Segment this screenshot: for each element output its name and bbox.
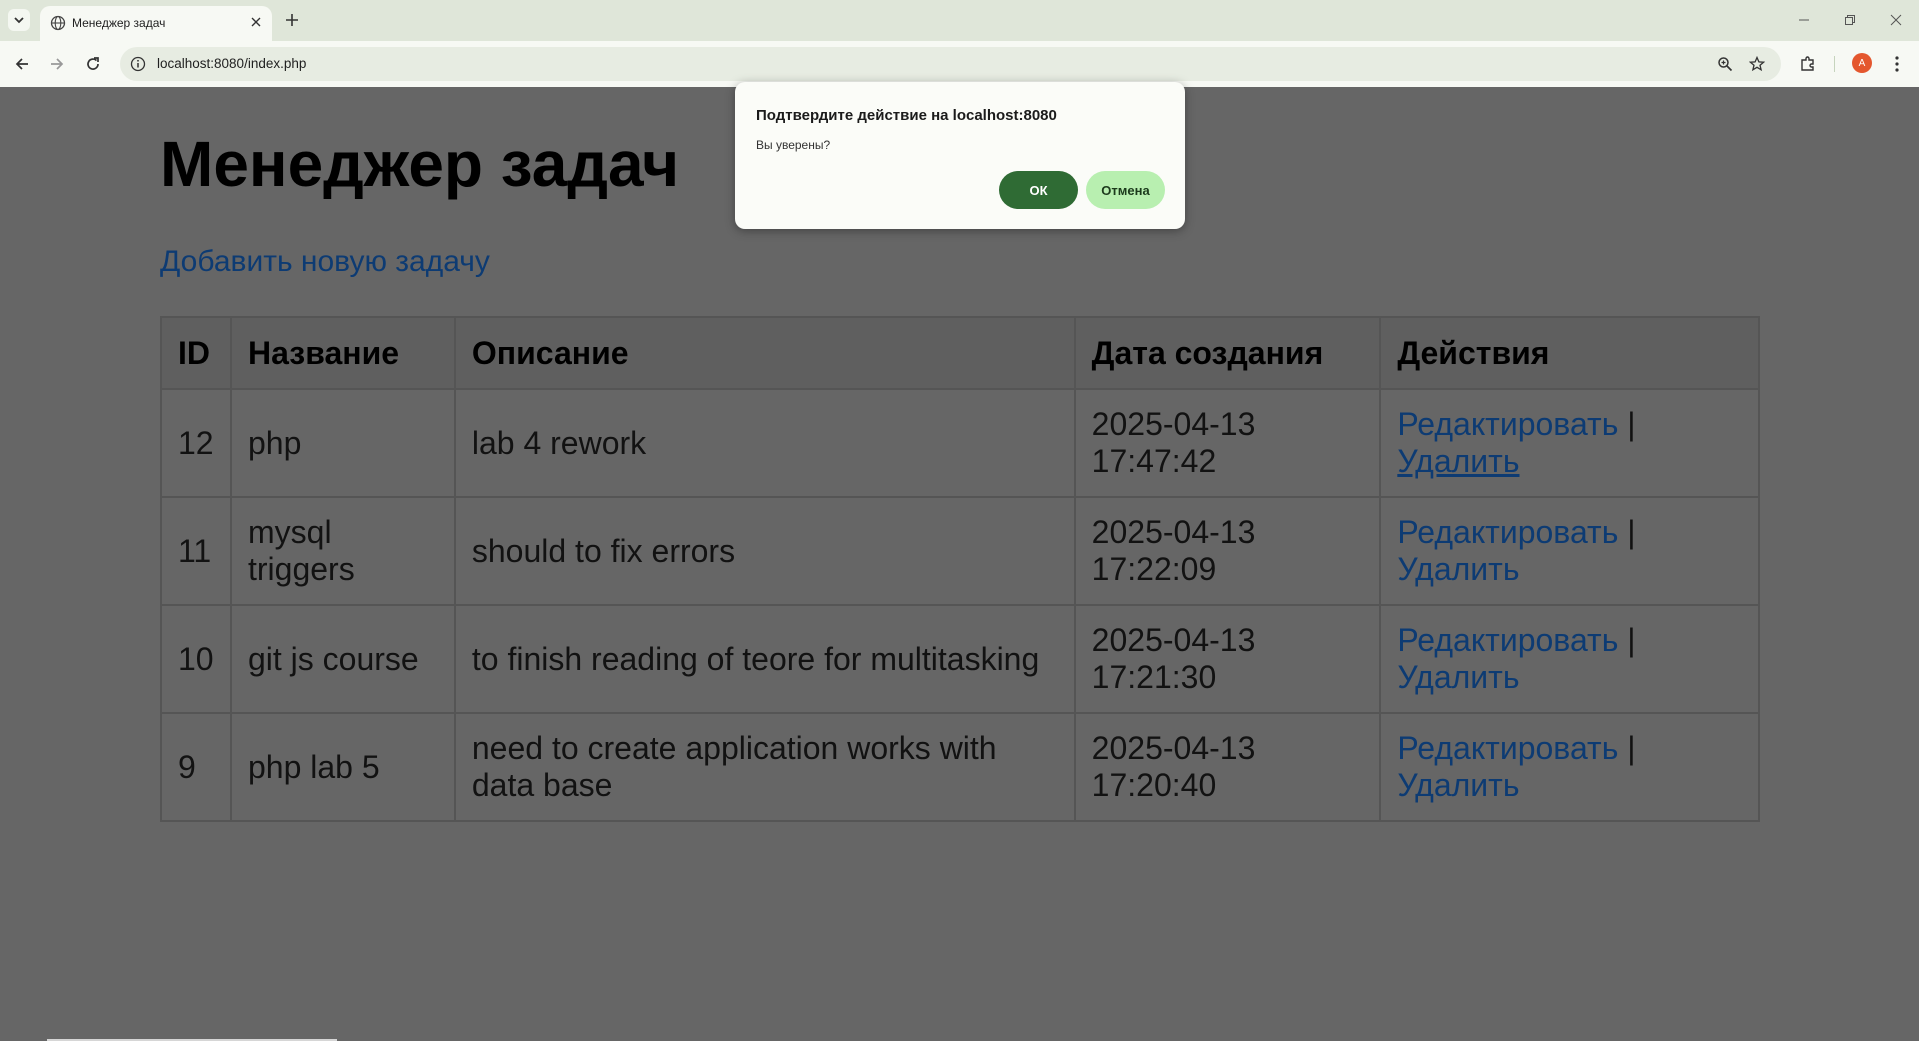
cell-actions: Редактировать | Удалить (1379, 496, 1760, 606)
tab-strip: Менеджер задач (0, 0, 1919, 41)
close-icon (251, 17, 261, 27)
cell-name: mysql triggers (229, 496, 456, 606)
edit-link[interactable]: Редактировать (1397, 622, 1618, 658)
puzzle-icon (1801, 56, 1814, 71)
delete-link[interactable]: Удалить (1397, 767, 1519, 803)
table-row: 12 php lab 4 rework 2025-04-13 17:47:42 Р… (160, 388, 1760, 498)
forward-button[interactable] (45, 52, 69, 76)
address-bar[interactable]: localhost:8080/index.php (120, 47, 1781, 81)
cell-name: php (229, 388, 456, 498)
zoom-icon (1718, 57, 1733, 72)
star-icon (1749, 56, 1765, 72)
dialog-title: Подтвердите действие на localhost:8080 (756, 107, 1057, 124)
tasks-table: ID Название Описание Дата создания Дейст… (160, 316, 1760, 822)
cell-time: 17:21:30 (1091, 659, 1217, 695)
cell-time: 17:47:42 (1091, 443, 1217, 479)
browser-toolbar: localhost:8080/index.php (0, 41, 1919, 87)
globe-icon (50, 15, 66, 31)
profile-avatar[interactable]: A (1852, 53, 1872, 73)
tab-title: Менеджер задач (72, 16, 166, 30)
cell-name: git js course (229, 604, 456, 714)
reload-button[interactable] (81, 52, 105, 76)
cell-created: 2025-04-13 17:21:30 (1073, 604, 1382, 714)
extensions-button[interactable] (1797, 53, 1819, 75)
page-title: Менеджер задач (160, 128, 680, 200)
cell-created: 2025-04-13 17:47:42 (1073, 388, 1382, 498)
tab-search-button[interactable] (8, 9, 30, 31)
close-window-button[interactable] (1873, 8, 1919, 32)
delete-link[interactable]: Удалить (1397, 659, 1519, 695)
dialog-message: Вы уверены? (756, 138, 831, 152)
table-row: 11 mysql triggers should to fix errors 2… (160, 496, 1760, 606)
cell-description: need to create application works with da… (453, 712, 1076, 822)
chevron-down-icon (14, 17, 24, 24)
cell-actions: Редактировать | Удалить (1379, 388, 1760, 498)
cancel-button[interactable]: Отмена (1086, 171, 1165, 209)
edit-link[interactable]: Редактировать (1397, 514, 1618, 550)
cell-id: 10 (160, 604, 232, 714)
reload-icon (87, 57, 99, 70)
more-vertical-icon (1895, 56, 1899, 72)
header-created: Дата создания (1073, 316, 1382, 390)
delete-link[interactable]: Удалить (1397, 551, 1519, 587)
edit-link[interactable]: Редактировать (1397, 406, 1618, 442)
cell-created: 2025-04-13 17:22:09 (1073, 496, 1382, 606)
header-actions: Действия (1379, 316, 1760, 390)
action-separator: | (1618, 730, 1636, 766)
header-id: ID (160, 316, 232, 390)
action-separator: | (1618, 622, 1636, 658)
table-row: 9 php lab 5 need to create application w… (160, 712, 1760, 822)
cell-time: 17:20:40 (1091, 767, 1217, 803)
cell-date: 2025-04-13 (1091, 406, 1256, 442)
arrow-left-icon (15, 58, 28, 70)
action-separator: | (1618, 406, 1636, 442)
zoom-button[interactable] (1716, 55, 1734, 73)
add-task-link[interactable]: Добавить новую задачу (160, 245, 490, 279)
plus-icon (286, 14, 298, 26)
cell-description: lab 4 rework (453, 388, 1076, 498)
cell-description: should to fix errors (453, 496, 1076, 606)
cell-name: php lab 5 (229, 712, 456, 822)
restore-button[interactable] (1827, 8, 1873, 32)
cell-actions: Редактировать | Удалить (1379, 712, 1760, 822)
back-button[interactable] (10, 52, 34, 76)
page-content: Менеджер задач Добавить новую задачу ID … (0, 87, 1919, 1041)
cell-created: 2025-04-13 17:20:40 (1073, 712, 1382, 822)
toolbar-divider (1834, 56, 1835, 72)
bookmark-button[interactable] (1748, 55, 1766, 73)
cell-date: 2025-04-13 (1091, 622, 1256, 658)
ok-button[interactable]: ОК (999, 171, 1078, 209)
cell-id: 11 (160, 496, 232, 606)
header-description: Описание (453, 316, 1076, 390)
tab-active[interactable]: Менеджер задач (40, 6, 272, 41)
table-header-row: ID Название Описание Дата создания Дейст… (160, 316, 1760, 390)
action-separator: | (1618, 514, 1636, 550)
site-info-icon[interactable] (130, 56, 146, 72)
minimize-icon (1799, 19, 1809, 21)
restore-icon (1845, 15, 1855, 25)
header-name: Название (229, 316, 456, 390)
cell-id: 12 (160, 388, 232, 498)
tab-close-button[interactable] (248, 14, 264, 30)
new-tab-button[interactable] (282, 10, 302, 30)
cell-description: to finish reading of teore for multitask… (453, 604, 1076, 714)
menu-button[interactable] (1886, 53, 1908, 75)
url-text[interactable]: localhost:8080/index.php (157, 56, 306, 71)
confirm-dialog: Подтвердите действие на localhost:8080 В… (735, 82, 1185, 229)
cell-time: 17:22:09 (1091, 551, 1217, 587)
table-row: 10 git js course to finish reading of te… (160, 604, 1760, 714)
close-icon (1890, 14, 1902, 26)
arrow-right-icon (51, 58, 64, 70)
delete-link[interactable]: Удалить (1397, 443, 1519, 479)
minimize-button[interactable] (1781, 8, 1827, 32)
edit-link[interactable]: Редактировать (1397, 730, 1618, 766)
cell-date: 2025-04-13 (1091, 730, 1256, 766)
cell-date: 2025-04-13 (1091, 514, 1256, 550)
cell-id: 9 (160, 712, 232, 822)
cell-actions: Редактировать | Удалить (1379, 604, 1760, 714)
